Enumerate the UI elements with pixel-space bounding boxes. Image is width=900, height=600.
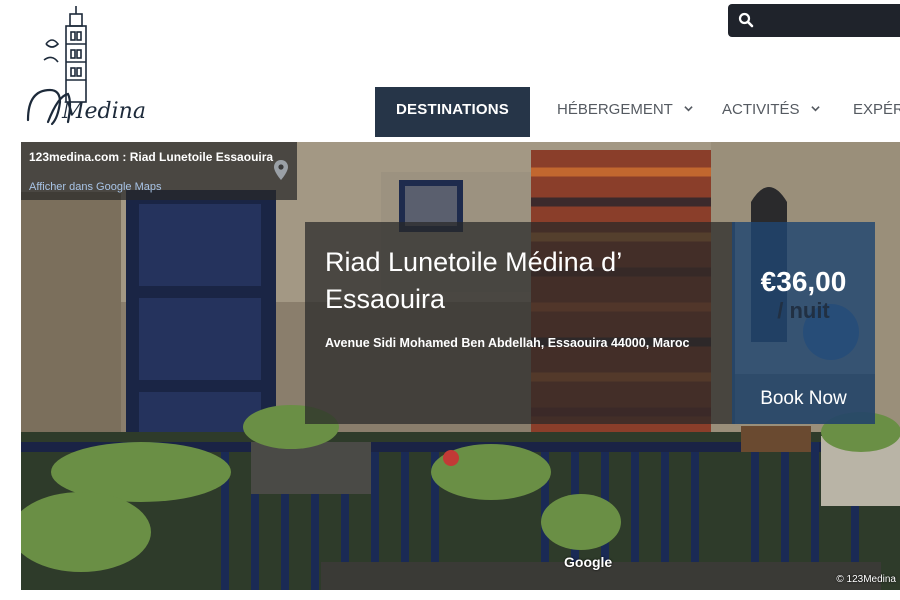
nav-item-label: EXPÉR bbox=[853, 101, 900, 118]
nav-item-experiences[interactable]: EXPÉR bbox=[853, 87, 900, 137]
street-view-panorama[interactable]: 123medina.com : Riad Lunetoile Essaouira… bbox=[21, 142, 900, 590]
nav-item-label: DESTINATIONS bbox=[396, 101, 509, 118]
map-info-box: 123medina.com : Riad Lunetoile Essaouira… bbox=[21, 142, 297, 200]
map-pin-icon[interactable] bbox=[274, 160, 288, 180]
nav-item-label: HÉBERGEMENT bbox=[557, 101, 673, 118]
search-input[interactable] bbox=[728, 4, 900, 37]
book-now-button[interactable]: Book Now bbox=[732, 374, 875, 424]
site-logo[interactable]: Medina bbox=[18, 4, 163, 132]
nav-item-hebergement[interactable]: HÉBERGEMENT bbox=[557, 87, 693, 137]
logo-wordmark: Medina bbox=[61, 99, 146, 124]
price-card: €36,00 / nuit Book Now bbox=[732, 222, 875, 424]
hotel-name: Riad Lunetoile Médina d’ Essaouira bbox=[325, 247, 622, 314]
google-logo: Google bbox=[564, 554, 613, 570]
hotel-info-card: Riad Lunetoile Médina d’ Essaouira Avenu… bbox=[305, 222, 735, 424]
price-amount: €36,00 bbox=[760, 266, 847, 297]
nav-item-label: ACTIVITÉS bbox=[722, 101, 800, 118]
map-place-title: 123medina.com : Riad Lunetoile Essaouira bbox=[29, 150, 274, 164]
hotel-address: Avenue Sidi Mohamed Ben Abdellah, Essaou… bbox=[325, 336, 690, 350]
search-icon[interactable] bbox=[738, 12, 754, 28]
chevron-down-icon bbox=[684, 106, 693, 112]
site-header: Medina DESTINATIONS HÉBERGEMENT ACTIVITÉ… bbox=[0, 0, 900, 142]
copyright-text: © 123Medina bbox=[836, 574, 896, 585]
nav-item-activites[interactable]: ACTIVITÉS bbox=[722, 87, 820, 137]
minaret-logo-icon: Medina bbox=[26, 6, 146, 126]
chevron-down-icon bbox=[811, 106, 820, 112]
view-in-google-maps-link[interactable]: Afficher dans Google Maps bbox=[29, 181, 161, 193]
price-unit: / nuit bbox=[777, 298, 830, 323]
nav-item-destinations[interactable]: DESTINATIONS bbox=[375, 87, 530, 137]
